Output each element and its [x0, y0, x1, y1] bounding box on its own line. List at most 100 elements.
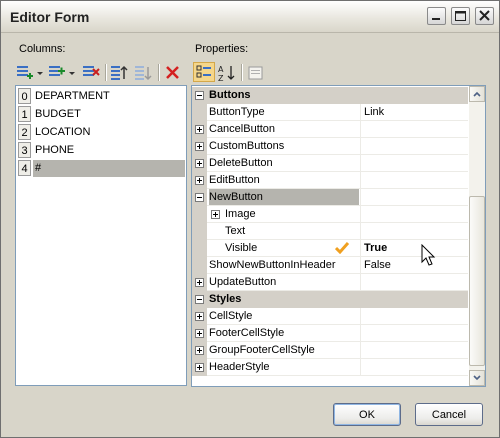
- property-pages-icon: [248, 66, 263, 80]
- collapse-icon[interactable]: [195, 193, 204, 202]
- property-value[interactable]: [360, 308, 468, 324]
- property-value[interactable]: [360, 155, 468, 171]
- property-value[interactable]: [360, 206, 468, 222]
- checkmark-icon: [335, 242, 349, 254]
- property-value[interactable]: [360, 223, 468, 239]
- expand-icon[interactable]: [195, 346, 204, 355]
- property-value[interactable]: [360, 359, 468, 375]
- property-name: Image: [225, 208, 256, 220]
- remove-button[interactable]: [163, 63, 185, 83]
- property-pages-button[interactable]: [246, 63, 268, 83]
- property-value[interactable]: True: [360, 240, 468, 256]
- move-up-button[interactable]: [109, 63, 131, 83]
- toolbar-separator: [158, 64, 160, 81]
- cancel-button[interactable]: Cancel: [415, 403, 483, 426]
- column-index: 4: [18, 160, 31, 176]
- category-row-buttons[interactable]: Buttons: [192, 87, 468, 104]
- property-name: CellStyle: [209, 310, 253, 322]
- expand-icon[interactable]: [195, 159, 204, 168]
- property-row-selected[interactable]: NewButton: [192, 189, 468, 206]
- property-value[interactable]: False: [360, 257, 468, 273]
- vertical-scrollbar[interactable]: [469, 86, 485, 386]
- add-column-button[interactable]: [15, 63, 43, 83]
- insert-column-button[interactable]: [47, 63, 75, 83]
- column-name: PHONE: [35, 144, 75, 156]
- expand-icon[interactable]: [195, 125, 204, 134]
- expand-icon[interactable]: [195, 142, 204, 151]
- property-row[interactable]: CancelButton: [192, 121, 468, 138]
- list-item[interactable]: 2 LOCATION: [18, 124, 185, 141]
- maximize-icon: [455, 11, 466, 21]
- list-item[interactable]: 1 BUDGET: [18, 106, 185, 123]
- property-row[interactable]: Text: [192, 223, 468, 240]
- property-value[interactable]: [360, 342, 468, 358]
- toolbar-separator: [105, 64, 107, 81]
- minimize-button[interactable]: [427, 7, 446, 25]
- property-row[interactable]: ButtonType Link: [192, 104, 468, 121]
- property-name: CustomButtons: [209, 140, 285, 152]
- property-value[interactable]: [360, 325, 468, 341]
- property-value[interactable]: [360, 138, 468, 154]
- property-value[interactable]: [360, 189, 468, 205]
- chevron-down-icon: [473, 375, 481, 381]
- scroll-up-button[interactable]: [469, 86, 485, 102]
- row-gutter: [192, 240, 207, 257]
- list-item[interactable]: 0 DEPARTMENT: [18, 88, 185, 105]
- property-row[interactable]: FooterCellStyle: [192, 325, 468, 342]
- scroll-down-button[interactable]: [469, 370, 485, 386]
- title-bar[interactable]: Editor Form: [1, 1, 499, 33]
- collapse-icon[interactable]: [195, 295, 204, 304]
- property-value[interactable]: [360, 274, 468, 290]
- property-row[interactable]: UpdateButton: [192, 274, 468, 291]
- property-value[interactable]: [360, 172, 468, 188]
- row-gutter: [192, 223, 207, 240]
- expand-icon[interactable]: [195, 329, 204, 338]
- row-gutter: [192, 206, 207, 223]
- property-name: GroupFooterCellStyle: [209, 344, 315, 356]
- delete-column-button[interactable]: [81, 63, 103, 83]
- property-grid[interactable]: Buttons ButtonType Link CancelButton Cus…: [191, 85, 486, 387]
- expand-icon[interactable]: [195, 363, 204, 372]
- property-row[interactable]: HeaderStyle: [192, 359, 468, 376]
- chevron-up-icon: [473, 91, 481, 97]
- column-index: 3: [18, 142, 31, 158]
- add-column-icon: [17, 66, 43, 79]
- window-title: Editor Form: [10, 9, 90, 25]
- alphabetical-button[interactable]: A Z: [217, 63, 239, 83]
- move-up-icon: [111, 65, 128, 80]
- svg-text:A: A: [218, 65, 224, 74]
- list-item-selected[interactable]: 4 #: [18, 160, 185, 177]
- expand-icon[interactable]: [211, 210, 220, 219]
- column-index: 2: [18, 124, 31, 140]
- list-item[interactable]: 3 PHONE: [18, 142, 185, 159]
- columns-toolbar: [15, 61, 187, 85]
- column-index: 0: [18, 88, 31, 104]
- move-down-button[interactable]: [133, 63, 155, 83]
- property-name: HeaderStyle: [209, 361, 270, 373]
- close-button[interactable]: [475, 7, 494, 25]
- property-row[interactable]: GroupFooterCellStyle: [192, 342, 468, 359]
- expand-icon[interactable]: [195, 312, 204, 321]
- property-row[interactable]: EditButton: [192, 172, 468, 189]
- maximize-button[interactable]: [451, 7, 470, 25]
- ok-button[interactable]: OK: [333, 403, 401, 426]
- scroll-thumb[interactable]: [469, 196, 485, 366]
- expand-icon[interactable]: [195, 176, 204, 185]
- property-name: DeleteButton: [209, 157, 273, 169]
- property-value[interactable]: Link: [360, 104, 468, 120]
- property-row[interactable]: Image: [192, 206, 468, 223]
- collapse-icon[interactable]: [195, 91, 204, 100]
- property-value[interactable]: [360, 121, 468, 137]
- category-row-styles[interactable]: Styles: [192, 291, 468, 308]
- columns-list[interactable]: 0 DEPARTMENT 1 BUDGET 2 LOCATION 3 PHONE…: [15, 85, 187, 386]
- editor-form-window: Editor Form Columns: 0 DEPARTMENT 1 BUDG…: [0, 0, 500, 438]
- property-name: UpdateButton: [209, 276, 277, 288]
- property-row[interactable]: CustomButtons: [192, 138, 468, 155]
- property-row[interactable]: DeleteButton: [192, 155, 468, 172]
- property-row[interactable]: CellStyle: [192, 308, 468, 325]
- mouse-cursor-icon: [421, 244, 436, 266]
- column-index: 1: [18, 106, 31, 122]
- categorized-button[interactable]: [193, 62, 215, 82]
- property-name: FooterCellStyle: [209, 327, 285, 339]
- expand-icon[interactable]: [195, 278, 204, 287]
